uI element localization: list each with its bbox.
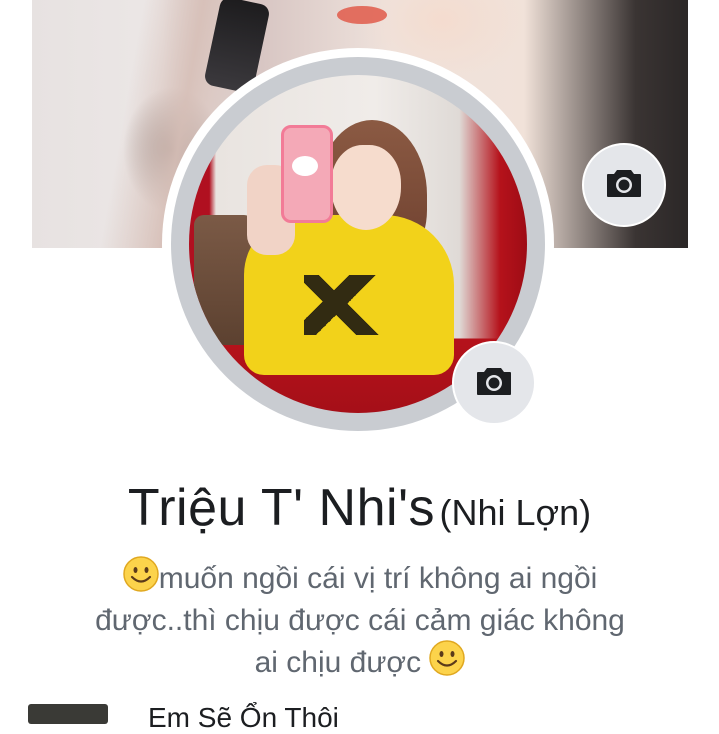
smiley-icon [122, 556, 159, 602]
cover-photo-detail [337, 6, 387, 24]
edit-profile-picture-button[interactable] [452, 341, 536, 425]
camera-icon [476, 366, 512, 401]
bio-line-1: muốn ngồi cái vị trí không ai ngồi [158, 562, 598, 595]
profile-picture-detail [304, 275, 394, 335]
profile-name-row: Triệu T' Nhi's (Nhi Lợn) [0, 478, 719, 538]
profile-picture-detail [331, 145, 401, 230]
edit-cover-photo-button[interactable] [582, 143, 666, 227]
profile-name: Triệu T' Nhi's [127, 479, 436, 537]
bio-line-3: ai chịu được [254, 646, 430, 679]
profile-picture-detail [281, 125, 333, 223]
bio-line-2: được..thì chịu được cái cảm giác không [95, 604, 625, 637]
profile-alternate-name: (Nhi Lợn) [439, 492, 592, 533]
profile-bio: muốn ngồi cái vị trí không ai ngồi được.… [60, 556, 660, 686]
list-item-label[interactable]: Em Sẽ Ổn Thôi [148, 702, 339, 734]
list-item-thumbnail[interactable] [28, 704, 108, 724]
smiley-icon [429, 640, 466, 686]
camera-icon [606, 168, 642, 203]
